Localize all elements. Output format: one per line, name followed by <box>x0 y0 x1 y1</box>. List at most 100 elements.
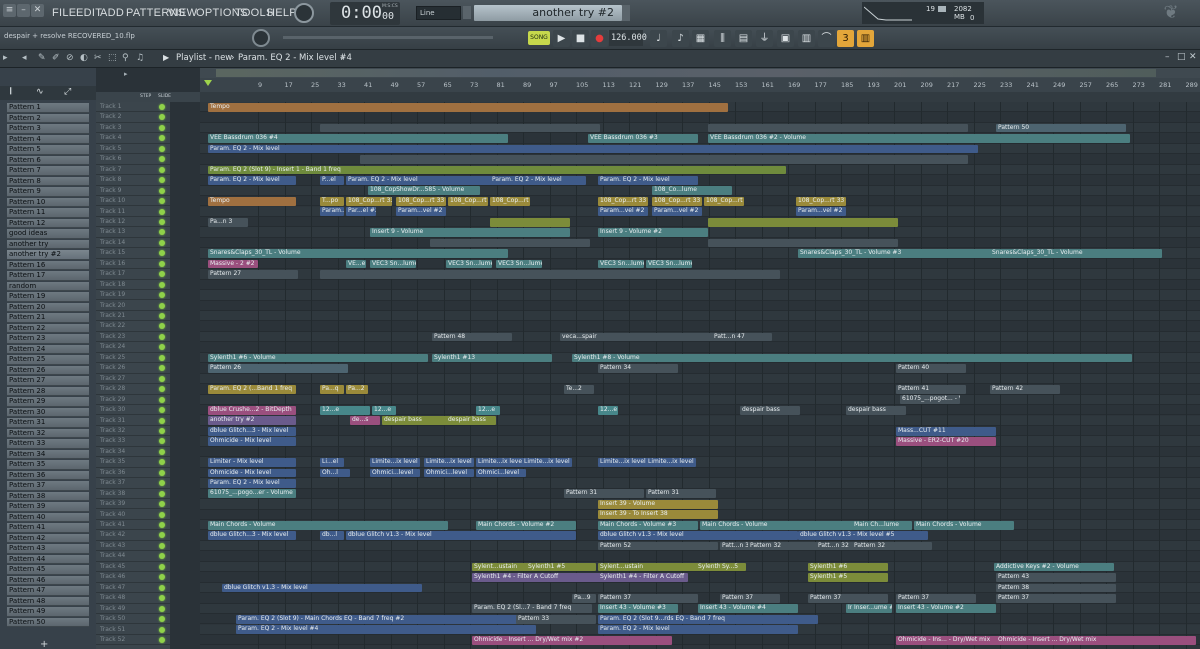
playlist-clip[interactable]: Sylenth1 #6 - Volume <box>208 353 428 363</box>
close-playlist-icon[interactable]: ✕ <box>1189 52 1197 62</box>
draw-tool-icon[interactable]: ✎ <box>38 53 46 63</box>
track-mute-icon[interactable] <box>159 417 165 424</box>
track-mute-icon[interactable] <box>159 281 165 288</box>
playlist-clip[interactable]: Patt...n 47 <box>712 332 772 342</box>
playlist-clip[interactable]: 108_Cop...rt 33 <box>704 196 744 206</box>
playlist-clip[interactable]: Li...el <box>320 458 344 467</box>
track-mute-icon[interactable] <box>159 438 165 445</box>
track-header[interactable]: Track 1 <box>96 102 170 113</box>
playlist-clip[interactable]: Param. EQ 2 - Mix level <box>208 479 296 488</box>
track-header[interactable]: Track 37 <box>96 478 170 489</box>
pattern-item[interactable]: Pattern 39 <box>7 502 89 512</box>
hint-bar[interactable]: another try #2 <box>474 5 622 21</box>
track-mute-icon[interactable] <box>159 114 165 121</box>
pattern-item[interactable]: Pattern 1 <box>7 103 89 113</box>
playlist-clip[interactable]: Snares&Claps_30_TL - Volume <box>208 249 508 258</box>
track-lane[interactable] <box>200 457 1200 468</box>
pitch-knob[interactable] <box>252 29 270 47</box>
track-mute-icon[interactable] <box>159 292 165 299</box>
pattern-item[interactable]: Pattern 2 <box>7 113 89 124</box>
track-header[interactable]: Track 12 <box>96 217 170 228</box>
playlist-clip[interactable]: Param. EQ 2 (...Band 1 freq <box>208 384 296 394</box>
track-mute-icon[interactable] <box>159 135 165 142</box>
playlist-clip[interactable]: Param...vel #2 <box>396 207 446 217</box>
playlist-clip[interactable]: VEE Bassdrum 036 #2 - Volume <box>708 134 1130 143</box>
playlist-clip[interactable]: VE...e <box>346 259 366 269</box>
track-lane[interactable] <box>200 311 1200 322</box>
track-mute-icon[interactable] <box>159 302 165 309</box>
playlist-clip[interactable]: Pattern 31 <box>564 489 644 499</box>
track-header[interactable]: Track 52 <box>96 635 170 646</box>
track-mute-icon[interactable] <box>159 386 165 393</box>
playlist-clip[interactable]: Limite...ix level <box>370 458 420 467</box>
playlist-clip[interactable]: Pattern 32 <box>852 541 932 551</box>
playlist-clip[interactable]: 108_Cop...rt 33 <box>448 196 488 206</box>
playlist-clip[interactable]: Insert 43 - Volume #2 <box>896 604 996 614</box>
track-mute-icon[interactable] <box>159 344 165 351</box>
track-header[interactable]: Track 10 <box>96 196 170 207</box>
track-header[interactable]: Track 33 <box>96 436 170 447</box>
pattern-item[interactable]: Pattern 26 <box>7 365 89 376</box>
track-lane[interactable] <box>200 290 1200 301</box>
song-overview[interactable] <box>200 68 1200 78</box>
playlist-clip[interactable]: Sylenth1 #6 <box>808 562 888 572</box>
pattern-item[interactable]: Pattern 17 <box>7 271 89 281</box>
master-volume-knob[interactable] <box>294 3 314 23</box>
track-lane[interactable] <box>200 279 1200 291</box>
track-mute-icon[interactable] <box>159 626 165 633</box>
add-pattern-button[interactable]: + <box>40 639 48 649</box>
playlist-clip[interactable]: Ohmici...level <box>370 468 420 478</box>
track-header[interactable]: Track 6 <box>96 154 170 165</box>
track-header[interactable]: Track 42 <box>96 530 170 541</box>
track-mute-icon[interactable] <box>159 501 165 508</box>
pattern-item[interactable]: Pattern 44 <box>7 554 89 565</box>
playlist-clip[interactable]: Sylenth1 #8 - Volume <box>572 353 1132 363</box>
playlist-clip[interactable] <box>708 217 898 227</box>
marker-lane[interactable] <box>200 92 1200 102</box>
playlist-clip[interactable]: Param...vel #2 <box>652 207 702 217</box>
track-mute-icon[interactable] <box>159 595 165 602</box>
playlist-clip[interactable]: despair bass <box>740 405 800 415</box>
track-mute-icon[interactable] <box>159 636 165 643</box>
playlist-clip[interactable]: Pa...n 3 <box>208 217 248 227</box>
playlist-clip[interactable]: Pattern 26 <box>208 364 348 373</box>
playlist-clip[interactable]: Sylenth1 #4 - Filter A Cutoff <box>598 573 688 582</box>
playlist-clip[interactable]: Ohmicide - Mix level <box>208 468 296 478</box>
playlist-clip[interactable]: dblue Glitch v1.3 - Mix level #5 <box>798 531 928 541</box>
playlist-clip[interactable]: dblue Glitch v1.3 - Mix level <box>598 531 798 541</box>
track-mute-icon[interactable] <box>159 250 165 257</box>
playlist-clip[interactable]: Param. EQ 2 - Mix level <box>598 625 798 635</box>
minimize-playlist-icon[interactable]: – <box>1165 52 1170 62</box>
pattern-item[interactable]: Pattern 10 <box>7 197 89 208</box>
playlist-clip[interactable]: Pa...9 <box>572 593 596 603</box>
track-header[interactable]: Track 16 <box>96 259 170 270</box>
record-icon[interactable]: ● <box>591 30 608 47</box>
track-mute-icon[interactable] <box>159 124 165 131</box>
minimize-icon[interactable]: – <box>17 4 30 17</box>
pattern-item[interactable]: Pattern 30 <box>7 407 89 418</box>
playlist-clip[interactable]: 108_Cop...rt 33 <box>396 196 446 206</box>
track-mute-icon[interactable] <box>159 605 165 612</box>
piano-roll-mode-icon[interactable]: 𝄃 <box>10 87 12 97</box>
playlist-clip[interactable]: another try #2 <box>208 416 296 426</box>
track-header[interactable]: Track 51 <box>96 625 170 635</box>
playlist-clip[interactable]: Ohmicide - Mix level <box>208 437 296 446</box>
track-lane[interactable] <box>200 216 1200 228</box>
playlist-clip[interactable]: Pattern 37 <box>720 593 780 603</box>
track-mute-icon[interactable] <box>159 187 165 194</box>
slide-label[interactable]: SLIDE <box>158 94 171 99</box>
pattern-item[interactable]: Pattern 41 <box>7 523 89 533</box>
playlist-clip[interactable]: Oh...l <box>320 468 350 478</box>
arrow-tool-icon[interactable]: ▸ <box>124 70 128 78</box>
playlist-clip[interactable] <box>708 155 968 164</box>
playlist-clip[interactable]: Param. EQ 2 - Mix level <box>598 175 698 185</box>
playlist-clip[interactable]: Mass...CUT #11 <box>896 426 996 436</box>
playlist-clip[interactable]: Sylenth1 #13 <box>432 353 552 363</box>
playlist-clip[interactable]: Ohmici...level <box>424 468 474 478</box>
playlist-clip[interactable]: Main Chords - Volume #3 <box>598 520 698 530</box>
pattern-item[interactable]: Pattern 37 <box>7 481 89 491</box>
track-header[interactable]: Track 45 <box>96 562 170 573</box>
track-lane[interactable] <box>200 342 1200 353</box>
track-lane[interactable] <box>200 373 1200 385</box>
playlist-clip[interactable]: Insert 43 - Volume #4 <box>698 604 798 614</box>
